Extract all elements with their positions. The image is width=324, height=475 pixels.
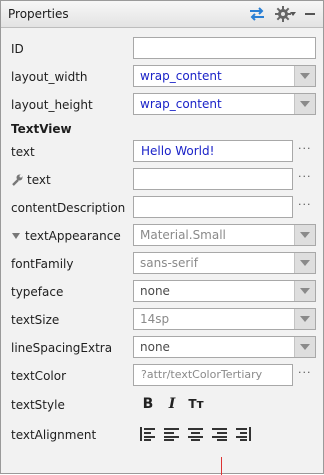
row-layout-height: layout_height wrap_content [1, 91, 323, 119]
layout-width-value: wrap_content [140, 69, 222, 83]
dropdown-arrow-icon[interactable] [294, 66, 315, 86]
label-content-description: contentDescription [11, 201, 126, 215]
font-family-value: sans-serif [140, 256, 198, 270]
chevron-down-icon[interactable] [290, 12, 296, 16]
label-id: ID [11, 42, 24, 56]
row-text: text Hello World! ··· [1, 138, 323, 166]
text-size-value: 14sp [140, 312, 170, 326]
text-color-field[interactable]: ?attr/textColorTertiary [133, 364, 293, 386]
tools-text-field[interactable] [133, 168, 293, 190]
dropdown-arrow-icon[interactable] [294, 225, 315, 245]
layout-width-select[interactable]: wrap_content [133, 65, 316, 87]
row-text-color: textColor ?attr/textColorTertiary ··· [1, 362, 323, 390]
align-center-icon[interactable] [188, 427, 204, 441]
expand-triangle-icon[interactable] [12, 233, 20, 239]
row-id: ID [1, 35, 323, 63]
label-font-family: fontFamily [11, 257, 74, 271]
text-appearance-value: Material.Small [140, 228, 226, 242]
dropdown-arrow-icon[interactable] [294, 253, 315, 273]
label-typeface: typeface [11, 285, 64, 299]
line-spacing-extra-select[interactable]: none [133, 336, 316, 358]
label-text-color: textColor [11, 369, 67, 383]
gear-icon[interactable] [275, 6, 291, 22]
tools-text-more-button[interactable]: ··· [298, 170, 312, 183]
row-text-appearance: textAppearance Material.Small [1, 222, 323, 250]
sync-arrows-icon[interactable] [248, 6, 266, 22]
id-field[interactable] [133, 37, 316, 59]
label-text-appearance: textAppearance [25, 229, 121, 243]
panel-title: Properties [8, 7, 69, 21]
properties-panel: Properties ID layout_width wrap_content [0, 0, 324, 475]
label-text-style: textStyle [11, 398, 65, 412]
row-text-size: textSize 14sp [1, 306, 323, 334]
italic-button[interactable]: I [163, 394, 181, 414]
dropdown-arrow-icon[interactable] [294, 94, 315, 114]
layout-height-select[interactable]: wrap_content [133, 93, 316, 115]
panel-titlebar: Properties [1, 1, 323, 28]
content-description-field[interactable] [133, 196, 293, 218]
row-typeface: typeface none [1, 278, 323, 306]
label-text-alignment: textAlignment [11, 428, 97, 442]
line-spacing-extra-value: none [140, 340, 170, 354]
text-color-more-button[interactable]: ··· [298, 366, 312, 379]
layout-height-value: wrap_content [140, 97, 222, 111]
row-content-description: contentDescription ··· [1, 194, 323, 222]
label-text-size: textSize [11, 313, 60, 327]
row-text-style: textStyle B I Tт [1, 391, 323, 419]
text-appearance-select[interactable]: Material.Small [133, 224, 316, 246]
text-field[interactable]: Hello World! [133, 140, 293, 162]
label-line-spacing-extra: lineSpacingExtra [11, 341, 113, 355]
dropdown-arrow-icon[interactable] [294, 281, 315, 301]
bold-button[interactable]: B [139, 394, 157, 414]
align-text-end-icon[interactable] [236, 427, 252, 441]
align-text-start-icon[interactable] [140, 427, 156, 441]
label-tools-text: text [27, 173, 51, 187]
section-title: TextView [11, 122, 72, 136]
font-family-select[interactable]: sans-serif [133, 252, 316, 274]
align-left-icon[interactable] [164, 427, 180, 441]
align-right-icon[interactable] [212, 427, 228, 441]
section-textview: TextView [1, 117, 323, 139]
row-text-alignment: textAlignment [1, 421, 323, 449]
content-description-more-button[interactable]: ··· [298, 198, 312, 211]
typeface-select[interactable]: none [133, 280, 316, 302]
all-caps-button[interactable]: Tт [187, 394, 205, 414]
row-font-family: fontFamily sans-serif [1, 250, 323, 278]
text-size-select[interactable]: 14sp [133, 308, 316, 330]
label-layout-width: layout_width [11, 70, 88, 84]
wrench-icon [12, 174, 23, 186]
row-layout-width: layout_width wrap_content [1, 63, 323, 91]
typeface-value: none [140, 284, 170, 298]
minimize-icon[interactable] [305, 13, 315, 15]
row-line-spacing-extra: lineSpacingExtra none [1, 334, 323, 362]
label-text: text [11, 145, 35, 159]
text-more-button[interactable]: ··· [298, 142, 312, 155]
label-layout-height: layout_height [11, 98, 93, 112]
dropdown-arrow-icon[interactable] [294, 309, 315, 329]
red-guide-line [221, 457, 222, 475]
dropdown-arrow-icon[interactable] [294, 337, 315, 357]
row-tools-text: text ··· [1, 166, 323, 194]
